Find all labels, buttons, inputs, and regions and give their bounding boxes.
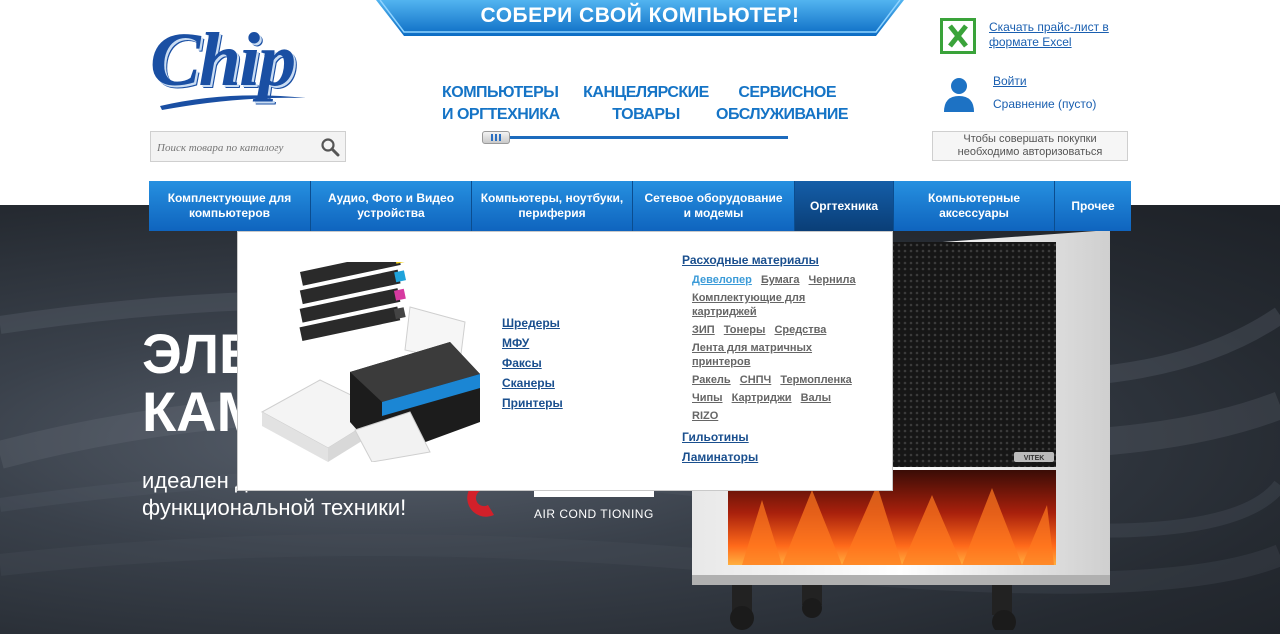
link-laminators[interactable]: Ламинаторы bbox=[682, 447, 882, 467]
category-office-supplies[interactable]: КАНЦЕЛЯРСКИЕ ТОВАРЫ bbox=[580, 82, 712, 126]
link-spare-parts[interactable]: ЗИП bbox=[692, 324, 715, 336]
nav-computers-laptops[interactable]: Компьютеры, ноутбуки, периферия bbox=[472, 181, 633, 231]
link-guillotines[interactable]: Гильотины bbox=[682, 427, 882, 447]
link-agents[interactable]: Средства bbox=[774, 324, 826, 336]
link-cartridge-parts[interactable]: Комплектующие для картриджей bbox=[692, 292, 805, 318]
search-icon[interactable] bbox=[315, 132, 345, 161]
link-shredders[interactable]: Шредеры bbox=[502, 313, 563, 333]
category-slider-handle[interactable] bbox=[482, 131, 510, 144]
nav-computer-components[interactable]: Комплектующие для компьютеров bbox=[149, 181, 311, 231]
printer-cartridges-image bbox=[260, 262, 480, 462]
link-wiper-blade[interactable]: Ракель bbox=[692, 374, 731, 386]
user-icon bbox=[942, 76, 976, 112]
link-fax[interactable]: Факсы bbox=[502, 353, 563, 373]
link-ink[interactable]: Чернила bbox=[809, 274, 856, 286]
link-developer[interactable]: Девелопер bbox=[692, 274, 752, 286]
link-toners[interactable]: Тонеры bbox=[724, 324, 766, 336]
nav-office-equipment[interactable]: Оргтехника bbox=[795, 181, 894, 231]
site-header: Chip СОБЕРИ СВОЙ КОМПЬЮТЕР! КОМПЬЮТЕРЫ И… bbox=[0, 0, 1280, 205]
nav-other[interactable]: Прочее bbox=[1055, 181, 1131, 231]
search-box bbox=[150, 131, 346, 162]
download-price-excel-link[interactable]: Скачать прайс-лист в формате Excel bbox=[989, 20, 1129, 50]
category-computers[interactable]: КОМПЬЮТЕРЫ И ОРГТЕХНИКА bbox=[442, 82, 560, 126]
link-printers[interactable]: Принтеры bbox=[502, 393, 563, 413]
login-link[interactable]: Войти bbox=[993, 74, 1027, 88]
consumables-list: Девелопер Бумага Чернила Комплектующие д… bbox=[692, 273, 872, 423]
link-paper[interactable]: Бумага bbox=[761, 274, 800, 286]
office-equipment-dropdown: Шредеры МФУ Факсы Сканеры Принтеры Расхо… bbox=[237, 231, 893, 491]
link-rollers[interactable]: Валы bbox=[801, 392, 831, 404]
brand-caption: AIR COND TIONING bbox=[534, 507, 654, 521]
nav-audio-photo-video[interactable]: Аудио, Фото и Видео устройства bbox=[311, 181, 472, 231]
search-input[interactable] bbox=[155, 138, 317, 158]
excel-icon[interactable] bbox=[940, 18, 976, 54]
link-mfp[interactable]: МФУ bbox=[502, 333, 563, 353]
link-scanners[interactable]: Сканеры bbox=[502, 373, 563, 393]
site-logo[interactable]: Chip bbox=[150, 14, 330, 114]
link-ciss[interactable]: СНПЧ bbox=[740, 374, 772, 386]
logo-swoosh-icon bbox=[160, 95, 306, 110]
consumables-section: Расходные материалы Девелопер Бумага Чер… bbox=[682, 250, 882, 467]
auth-notice: Чтобы совершать покупки необходимо автор… bbox=[932, 131, 1128, 161]
link-chips[interactable]: Чипы bbox=[692, 392, 723, 404]
main-category-menu: Комплектующие для компьютеров Аудио, Фот… bbox=[149, 181, 1131, 231]
link-rizo[interactable]: RIZO bbox=[692, 410, 718, 422]
compare-link[interactable]: Сравнение (пусто) bbox=[993, 97, 1096, 111]
category-slider-track bbox=[484, 136, 788, 139]
banner-text: СОБЕРИ СВОЙ КОМПЬЮТЕР! bbox=[480, 4, 800, 27]
office-equipment-links: Шредеры МФУ Факсы Сканеры Принтеры bbox=[502, 313, 563, 413]
link-cartridges[interactable]: Картриджи bbox=[732, 392, 792, 404]
nav-network-equipment[interactable]: Сетевое оборудование и модемы bbox=[633, 181, 795, 231]
link-thermal-film[interactable]: Термопленка bbox=[780, 374, 851, 386]
build-pc-banner[interactable]: СОБЕРИ СВОЙ КОМПЬЮТЕР! bbox=[376, 0, 904, 38]
link-consumables[interactable]: Расходные материалы bbox=[682, 250, 882, 270]
heater-brand-label: VITEK bbox=[1024, 455, 1045, 462]
category-service[interactable]: СЕРВИСНОЕ ОБСЛУЖИВАНИЕ bbox=[716, 82, 849, 126]
link-dot-matrix-ribbon[interactable]: Лента для матричных принтеров bbox=[692, 342, 812, 368]
nav-computer-accessories[interactable]: Компьютерные аксессуары bbox=[894, 181, 1055, 231]
